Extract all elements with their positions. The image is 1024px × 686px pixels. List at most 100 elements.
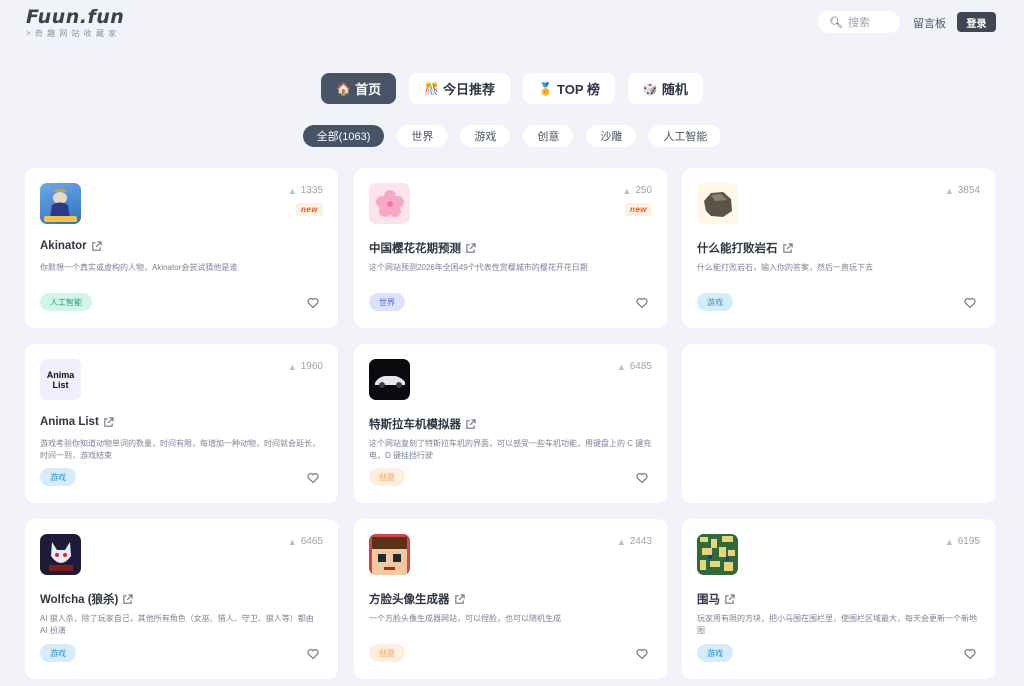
card-title-text: 特斯拉车机模拟器 [369, 419, 461, 431]
fire-icon: ▲ [616, 536, 626, 547]
card-title[interactable]: 方脸头像生成器 [369, 591, 465, 607]
card-description: 玩家用有限的方块，把小马围在围栏里，使围栏区域最大，每天会更新一个新地图 [697, 614, 977, 635]
card-title[interactable]: 什么能打败岩石 [697, 240, 793, 256]
card-tag[interactable]: 游戏 [697, 644, 733, 662]
view-count-value: 1335 [300, 185, 323, 196]
card-description: 这个网站复刻了特斯拉车机的界面，可以感受一些车机功能，用键盘上的 C 键充电，D… [369, 439, 652, 460]
tab-home[interactable]: 🏠 首页 [321, 73, 397, 104]
heart-icon[interactable] [636, 648, 648, 660]
card-tag[interactable]: 游戏 [40, 468, 76, 486]
external-link-icon [454, 593, 465, 604]
heart-icon[interactable] [636, 472, 648, 484]
site-card[interactable]: ▲ 6485 特斯拉车机模拟器 这个网站复刻了特斯拉车机的界面，可以感受一些车机功… [354, 344, 667, 503]
card-tag[interactable]: 人工智能 [40, 293, 92, 311]
heart-icon[interactable] [964, 297, 976, 309]
genie-icon [40, 183, 81, 224]
site-card[interactable]: ▲ 2443 方脸头像生成器 一个方脸头像生成器网站，可以捏脸，也可以随机生成 创… [354, 519, 667, 679]
view-count: ▲ 250 [622, 185, 652, 196]
search-input[interactable]: 🔍︎ 搜索 [818, 11, 900, 33]
anima-list-icon: Anima List [40, 359, 81, 400]
card-title-text: Akinator [40, 240, 87, 252]
tab-today[interactable]: 🎊 今日推荐 [409, 73, 511, 104]
view-count: ▲ 6465 [288, 536, 323, 547]
medal-icon: 🏅 [538, 81, 554, 96]
house-icon: 🏠 [336, 81, 352, 96]
card-description: 一个方脸头像生成器网站，可以捏脸，也可以随机生成 [369, 614, 561, 623]
category-funny[interactable]: 沙雕 [586, 125, 637, 147]
card-tag[interactable]: 游戏 [40, 644, 76, 662]
view-count-value: 2443 [629, 536, 652, 547]
external-link-icon [466, 418, 476, 429]
view-count-value: 250 [635, 185, 652, 196]
search-placeholder: 搜索 [847, 17, 870, 29]
new-badge: new [295, 203, 323, 216]
fire-icon: ▲ [616, 361, 626, 372]
anima-list-icon-text: Anima List [46, 369, 75, 390]
card-title-text: 什么能打败岩石 [697, 243, 778, 255]
fire-icon: ▲ [287, 536, 297, 547]
card-title[interactable]: Wolfcha (狼杀) [40, 591, 134, 607]
card-description: 什么能打败岩石，输入你的答案，然后一直玩下去 [697, 263, 873, 272]
view-count-value: 6465 [300, 536, 323, 547]
card-tag[interactable]: 世界 [369, 293, 405, 311]
login-button[interactable]: 登录 [957, 12, 996, 32]
heart-icon[interactable] [636, 297, 648, 309]
tab-top-label: TOP 榜 [557, 82, 600, 97]
external-link-icon [466, 242, 476, 253]
guestbook-link[interactable]: 留言板 [913, 15, 946, 31]
fire-icon: ▲ [622, 185, 632, 196]
card-title-text: 中国樱花花期预测 [369, 243, 461, 255]
category-world[interactable]: 世界 [397, 125, 448, 147]
heart-icon[interactable] [307, 297, 319, 309]
external-link-icon [123, 593, 134, 604]
card-title[interactable]: 特斯拉车机模拟器 [369, 416, 476, 432]
card-tag[interactable]: 创意 [369, 468, 405, 486]
wolf-icon [40, 534, 81, 575]
card-title-text: Anima List [40, 416, 99, 428]
category-all[interactable]: 全部(1063) [302, 125, 385, 147]
heart-icon[interactable] [307, 648, 319, 660]
card-title-text: 方脸头像生成器 [369, 594, 450, 606]
view-count: ▲ 6195 [945, 536, 980, 547]
fire-icon: ▲ [944, 185, 954, 196]
party-icon: 🎊 [424, 81, 440, 96]
card-title-text: 围马 [697, 594, 720, 606]
site-card[interactable]: ▲ 3854 什么能打败岩石 什么能打败岩石，输入你的答案，然后一直玩下去 游戏 [682, 168, 995, 328]
category-game[interactable]: 游戏 [460, 125, 511, 147]
empty-card-placeholder [682, 344, 995, 503]
heart-icon[interactable] [307, 472, 319, 484]
view-count: ▲ 2443 [617, 536, 652, 547]
logo-text: Fuun.fun [26, 6, 125, 28]
maze-map-icon [697, 534, 738, 575]
site-card[interactable]: Anima List ▲ 1960 Anima List 游戏考验你知道动物单词的… [25, 344, 338, 503]
site-card[interactable]: ▲ 6195 围马 玩家用有限的方块，把小马围在围栏里，使围栏区域最大，每天会更新… [682, 519, 995, 679]
fire-icon: ▲ [944, 536, 954, 547]
card-description: AI 狼人杀，除了玩家自己，其他所有角色（女巫、猎人、守卫、狼人等）都由 AI … [40, 614, 314, 635]
main-nav: 🏠 首页 🎊 今日推荐 🏅 TOP 榜 🎲 随机 [0, 73, 1024, 104]
site-logo[interactable]: Fuun.fun > 奇 趣 网 站 收 藏 家 [26, 6, 124, 39]
card-title[interactable]: 中国樱花花期预测 [369, 240, 476, 256]
site-card[interactable]: ▲ 250 new 中国樱花花期预测 这个网站预测2026年全国49个代表性赏樱城… [354, 168, 667, 328]
view-count-value: 3854 [957, 185, 980, 196]
card-description: 这个网站预测2026年全国49个代表性赏樱城市的樱花开花日期 [369, 263, 588, 272]
tab-random[interactable]: 🎲 随机 [627, 73, 703, 104]
card-tag[interactable]: 游戏 [697, 293, 733, 311]
external-link-icon [104, 416, 114, 427]
heart-icon[interactable] [964, 648, 976, 660]
site-card[interactable]: ▲ 6465 Wolfcha (狼杀) AI 狼人杀，除了玩家自己，其他所有角色（… [25, 519, 338, 679]
view-count-value: 6195 [957, 536, 980, 547]
view-count: ▲ 3854 [945, 185, 980, 196]
tesla-car-icon [369, 359, 410, 400]
card-tag[interactable]: 创意 [369, 644, 405, 662]
card-description: 你默想一个真实或虚构的人物，Akinator会尝试猜他是谁 [40, 263, 238, 272]
card-description: 游戏考验你知道动物单词的数量，时间有限，每增加一种动物，时间就会延长，时间一到，… [40, 439, 320, 460]
external-link-icon [91, 240, 102, 251]
site-card[interactable]: ▲ 1335 new Akinator 你默想一个真实或虚构的人物，Akinato… [25, 168, 338, 328]
card-title[interactable]: Anima List [40, 416, 114, 428]
card-title[interactable]: Akinator [40, 240, 102, 252]
category-idea[interactable]: 创意 [523, 125, 574, 147]
view-count: ▲ 1335 [288, 185, 323, 196]
category-ai[interactable]: 人工智能 [649, 125, 722, 147]
card-title[interactable]: 围马 [697, 591, 735, 607]
tab-top[interactable]: 🏅 TOP 榜 [523, 73, 615, 104]
